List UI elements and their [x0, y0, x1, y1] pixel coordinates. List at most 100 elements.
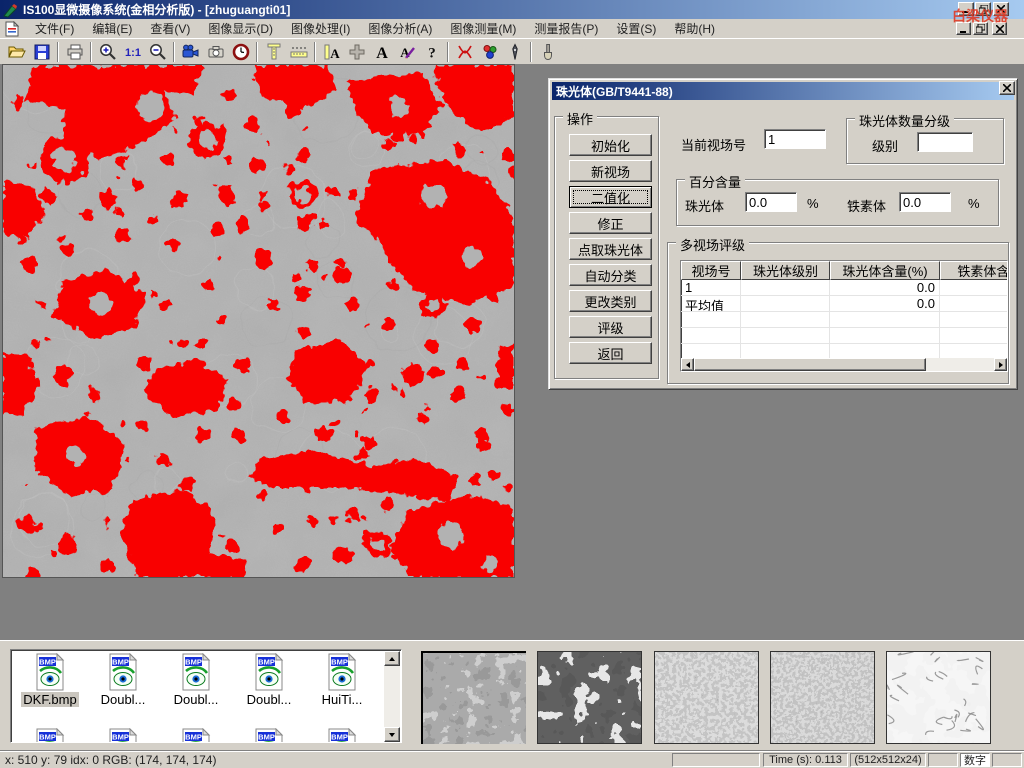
- svg-text:A: A: [330, 46, 340, 61]
- bmp-file-icon: BMP: [35, 728, 65, 743]
- toolbar-button-save[interactable]: [29, 40, 54, 64]
- file-item-DKFbmp[interactable]: BMPDKF.bmp: [17, 653, 83, 707]
- toolbar: 1:1AAA?: [0, 38, 1024, 64]
- toolbar-button-measure-text[interactable]: A: [319, 40, 344, 64]
- svg-text:BMP: BMP: [331, 733, 348, 742]
- bmp-file-icon: BMP: [327, 653, 357, 691]
- op-button-8[interactable]: 评级: [569, 316, 652, 338]
- hscroll-left-button[interactable]: [681, 358, 694, 371]
- menu-item-image-analyze[interactable]: 图像分析(A): [359, 18, 441, 39]
- toolbar-button-brush[interactable]: [535, 40, 560, 64]
- toolbar-button-particles[interactable]: [477, 40, 502, 64]
- image-thumbnail-4[interactable]: [770, 651, 875, 744]
- menu-item-measure-report[interactable]: 测量报告(P): [525, 18, 607, 39]
- toolbar-button-ruler[interactable]: [286, 40, 311, 64]
- file-item-partial[interactable]: BMP: [309, 728, 375, 743]
- toolbar-button-caliper[interactable]: [261, 40, 286, 64]
- file-item-Doubl[interactable]: BMPDoubl...: [90, 653, 156, 707]
- file-item-Doubl[interactable]: BMPDoubl...: [163, 653, 229, 707]
- document-icon: [4, 21, 20, 37]
- table-cell: 0.0: [830, 280, 940, 295]
- table-header-3[interactable]: 珠光体含量(%): [830, 261, 940, 280]
- toolbar-button-zoom-in[interactable]: [95, 40, 120, 64]
- menu-item-image-process[interactable]: 图像处理(I): [282, 18, 359, 39]
- op-button-2[interactable]: 新视场: [569, 160, 652, 182]
- menu-item-help[interactable]: 帮助(H): [665, 18, 724, 39]
- toolbar-button-pen[interactable]: [502, 40, 527, 64]
- menu-item-file[interactable]: 文件(F): [26, 18, 83, 39]
- file-item-partial[interactable]: BMP: [163, 728, 229, 743]
- op-button-1[interactable]: 初始化: [569, 134, 652, 156]
- pearlite-input[interactable]: 0.0: [745, 192, 797, 212]
- toolbar-separator: [530, 42, 532, 62]
- file-item-partial[interactable]: BMP: [236, 728, 302, 743]
- file-item-partial[interactable]: BMP: [90, 728, 156, 743]
- clock-icon: [231, 42, 251, 62]
- table-header-2[interactable]: 珠光体级别: [741, 261, 830, 280]
- table-row-3[interactable]: [681, 312, 1007, 328]
- file-name[interactable]: Doubl...: [245, 692, 294, 707]
- toolbar-button-zoom-out[interactable]: [145, 40, 170, 64]
- hscroll-thumb[interactable]: [694, 358, 926, 371]
- toolbar-button-curve[interactable]: [452, 40, 477, 64]
- table-row-1[interactable]: 10.0: [681, 280, 1007, 296]
- image-thumbnail-3[interactable]: [654, 651, 759, 744]
- table-hscrollbar[interactable]: [681, 358, 1007, 371]
- ferrite-input[interactable]: 0.0: [899, 192, 951, 212]
- file-item-HuiTi[interactable]: BMPHuiTi...: [309, 653, 375, 707]
- table-header-1[interactable]: 视场号: [681, 261, 741, 280]
- image-tile-icon: [347, 42, 367, 62]
- menu-item-image-measure[interactable]: 图像测量(M): [441, 18, 525, 39]
- image-thumbnail-2[interactable]: [537, 651, 642, 744]
- hscroll-track[interactable]: [926, 358, 994, 371]
- grade-input[interactable]: [917, 132, 973, 152]
- toolbar-button-camera[interactable]: [203, 40, 228, 64]
- ferrite-label: 铁素体: [847, 196, 886, 215]
- dialog-close-button[interactable]: [999, 81, 1015, 95]
- menu-item-settings[interactable]: 设置(S): [607, 18, 665, 39]
- image-thumbnail-1[interactable]: [421, 651, 526, 744]
- file-name[interactable]: Doubl...: [99, 692, 148, 707]
- op-button-4[interactable]: 修正: [569, 212, 652, 234]
- file-item-Doubl[interactable]: BMPDoubl...: [236, 653, 302, 707]
- status-coordinates: x: 510 y: 79 idx: 0 RGB: (174, 174, 174): [5, 753, 216, 767]
- image-thumbnail-5[interactable]: [886, 651, 991, 744]
- app-icon: [3, 2, 19, 18]
- table-cell: [741, 344, 830, 359]
- measure-text-icon: A: [322, 42, 342, 62]
- file-vscrollbar[interactable]: [384, 651, 400, 742]
- file-name[interactable]: DKF.bmp: [21, 692, 78, 707]
- table-row-4[interactable]: [681, 328, 1007, 344]
- op-button-5[interactable]: 点取珠光体: [569, 238, 652, 260]
- file-item-partial[interactable]: BMP: [17, 728, 83, 743]
- menu-item-edit[interactable]: 编辑(E): [83, 18, 141, 39]
- toolbar-button-image-tile[interactable]: [344, 40, 369, 64]
- op-button-6[interactable]: 自动分类: [569, 264, 652, 286]
- toolbar-button-actual-size[interactable]: 1:1: [120, 40, 145, 64]
- pearlite-percent-sign: %: [807, 196, 819, 211]
- toolbar-button-clock[interactable]: [228, 40, 253, 64]
- toolbar-button-print[interactable]: [62, 40, 87, 64]
- op-button-7[interactable]: 更改类别: [569, 290, 652, 312]
- toolbar-button-help[interactable]: ?: [419, 40, 444, 64]
- title-bar: IS100显微摄像系统(金相分析版) - [zhuguangti01]: [0, 0, 1024, 19]
- file-name[interactable]: Doubl...: [172, 692, 221, 707]
- vscroll-down-button[interactable]: [384, 727, 400, 742]
- bmp-file-icon: BMP: [108, 653, 138, 691]
- vscroll-up-button[interactable]: [384, 651, 400, 666]
- op-button-9[interactable]: 返回: [569, 342, 652, 364]
- hscroll-right-button[interactable]: [994, 358, 1007, 371]
- op-button-3[interactable]: 二值化: [569, 186, 652, 208]
- toolbar-button-text[interactable]: A: [369, 40, 394, 64]
- file-name[interactable]: HuiTi...: [320, 692, 365, 707]
- menu-item-image-display[interactable]: 图像显示(D): [199, 18, 282, 39]
- table-header-4[interactable]: 铁素体含量(%): [940, 261, 1008, 280]
- table-row-2[interactable]: 平均值0.0: [681, 296, 1007, 312]
- current-field-input[interactable]: 1: [764, 129, 826, 149]
- menu-item-view[interactable]: 查看(V): [141, 18, 199, 39]
- toolbar-button-open[interactable]: [4, 40, 29, 64]
- toolbar-button-video-camera[interactable]: [178, 40, 203, 64]
- dialog-title-bar[interactable]: 珠光体(GB/T9441-88): [552, 82, 1014, 100]
- micrograph-image[interactable]: [2, 64, 515, 578]
- toolbar-button-text-edit[interactable]: A: [394, 40, 419, 64]
